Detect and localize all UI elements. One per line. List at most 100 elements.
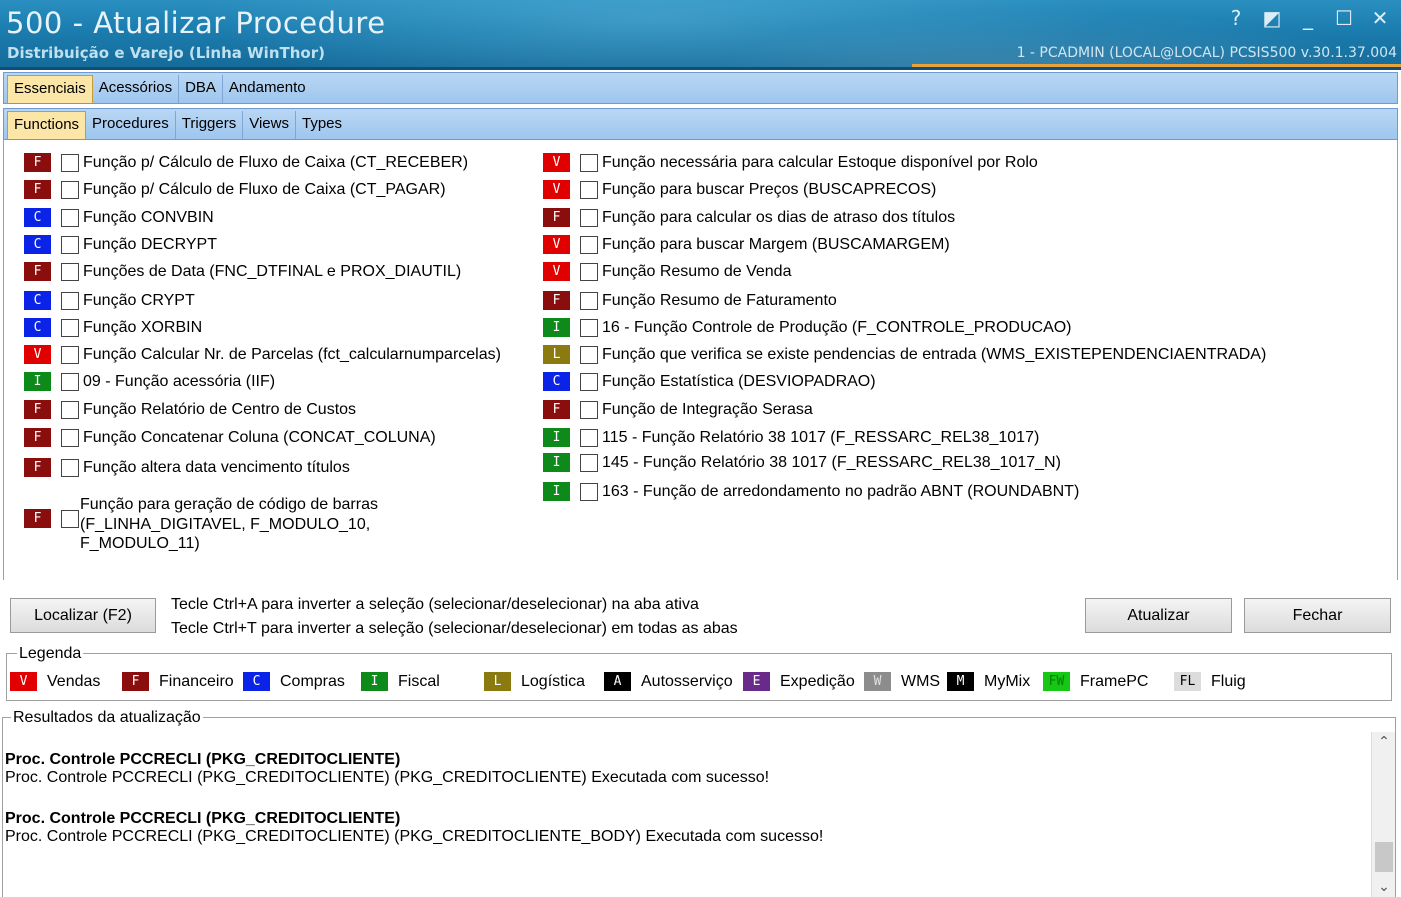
- tab-types[interactable]: Types: [296, 111, 348, 139]
- category-badge: C: [543, 372, 570, 391]
- function-item-right-1[interactable]: V Função para buscar Preços (BUSCAPRECOS): [543, 180, 936, 199]
- function-item-right-8[interactable]: C Função Estatística (DESVIOPADRAO): [543, 372, 876, 391]
- window-controls: ? ◩ _ ☐ ✕: [1225, 6, 1391, 30]
- function-checkbox[interactable]: [580, 318, 598, 337]
- function-item-left-0[interactable]: F Função p/ Cálculo de Fluxo de Caixa (CT…: [24, 153, 468, 172]
- window-subtitle: Distribuição e Varejo (Linha WinThor): [7, 44, 325, 62]
- function-item-right-5[interactable]: F Função Resumo de Faturamento: [543, 291, 837, 310]
- category-badge: F: [24, 180, 51, 199]
- function-checkbox[interactable]: [61, 262, 79, 281]
- function-item-right-12[interactable]: I 163 - Função de arredondamento no padrã…: [543, 482, 1079, 501]
- scroll-down-icon[interactable]: ⌄: [1372, 879, 1396, 895]
- scroll-thumb[interactable]: [1375, 842, 1393, 872]
- localizar-button[interactable]: Localizar (F2): [10, 598, 156, 633]
- function-item-left-1[interactable]: F Função p/ Cálculo de Fluxo de Caixa (CT…: [24, 180, 446, 199]
- legend-badge: L: [484, 672, 511, 691]
- restore-alt-icon[interactable]: ◩: [1261, 6, 1283, 30]
- function-item-left-8[interactable]: I 09 - Função acessória (IIF): [24, 372, 275, 391]
- function-checkbox[interactable]: [580, 262, 598, 281]
- legend-item: C Compras: [243, 672, 345, 691]
- function-checkbox[interactable]: [580, 428, 598, 447]
- function-label: Função para buscar Margem (BUSCAMARGEM): [602, 235, 950, 253]
- tab-acessorios[interactable]: Acessórios: [93, 75, 180, 103]
- function-checkbox[interactable]: [61, 235, 79, 254]
- results-scrollbar[interactable]: ⌃ ⌄: [1371, 732, 1395, 897]
- function-item-left-4[interactable]: F Funções de Data (FNC_DTFINAL e PROX_DIA…: [24, 262, 461, 281]
- tab-andamento[interactable]: Andamento: [223, 75, 312, 103]
- function-item-right-2[interactable]: F Função para calcular os dias de atraso …: [543, 208, 955, 227]
- function-checkbox[interactable]: [61, 428, 79, 447]
- category-badge: I: [543, 318, 570, 337]
- tab-triggers[interactable]: Triggers: [176, 111, 244, 139]
- function-checkbox[interactable]: [61, 400, 79, 419]
- function-checkbox[interactable]: [580, 291, 598, 310]
- function-label: Função Resumo de Venda: [602, 262, 792, 280]
- function-checkbox[interactable]: [61, 458, 79, 477]
- function-item-right-4[interactable]: V Função Resumo de Venda: [543, 262, 791, 281]
- main-tab-bar: Essenciais Acessórios DBA Andamento: [3, 72, 1398, 104]
- function-item-right-3[interactable]: V Função para buscar Margem (BUSCAMARGEM): [543, 235, 950, 254]
- function-item-left-6[interactable]: C Função XORBIN: [24, 318, 202, 337]
- atualizar-button[interactable]: Atualizar: [1085, 598, 1232, 633]
- legend-label: Fiscal: [398, 672, 440, 690]
- function-checkbox[interactable]: [61, 291, 79, 310]
- function-item-right-11[interactable]: I 145 - Função Relatório 38 1017 (F_RESSA…: [543, 453, 1061, 472]
- legend-badge: I: [361, 672, 388, 691]
- function-checkbox[interactable]: [580, 482, 598, 501]
- function-item-left-11[interactable]: F Função altera data vencimento títulos: [24, 458, 350, 477]
- function-checkbox[interactable]: [580, 345, 598, 364]
- scroll-up-icon[interactable]: ⌃: [1372, 734, 1396, 750]
- function-checkbox[interactable]: [61, 372, 79, 391]
- minimize-icon[interactable]: _: [1297, 6, 1319, 30]
- function-checkbox[interactable]: [580, 180, 598, 199]
- legend-label: Compras: [280, 672, 345, 690]
- maximize-icon[interactable]: ☐: [1333, 6, 1355, 30]
- close-icon[interactable]: ✕: [1369, 6, 1391, 30]
- function-item-left-7[interactable]: V Função Calcular Nr. de Parcelas (fct_ca…: [24, 345, 501, 364]
- result-entry: Proc. Controle PCCRECLI (PKG_CREDITOCLIE…: [5, 751, 769, 787]
- function-item-right-0[interactable]: V Função necessária para calcular Estoque…: [543, 153, 1038, 172]
- legend-item: I Fiscal: [361, 672, 440, 691]
- category-badge: F: [24, 153, 51, 172]
- fechar-button[interactable]: Fechar: [1244, 598, 1391, 633]
- function-checkbox[interactable]: [580, 372, 598, 391]
- function-item-left-10[interactable]: F Função Concatenar Coluna (CONCAT_COLUNA…: [24, 428, 436, 447]
- function-label: Função altera data vencimento títulos: [83, 458, 350, 476]
- function-checkbox[interactable]: [61, 345, 79, 364]
- function-checkbox[interactable]: [580, 453, 598, 472]
- tab-views[interactable]: Views: [243, 111, 296, 139]
- title-bar-border: [0, 67, 1401, 70]
- function-label: 145 - Função Relatório 38 1017 (F_RESSAR…: [602, 453, 1061, 471]
- function-label: 09 - Função acessória (IIF): [83, 372, 276, 390]
- help-icon[interactable]: ?: [1225, 6, 1247, 30]
- function-checkbox[interactable]: [61, 180, 79, 199]
- function-item-left-2[interactable]: C Função CONVBIN: [24, 208, 214, 227]
- function-item-right-6[interactable]: I 16 - Função Controle de Produção (F_CON…: [543, 318, 1072, 337]
- legend-badge: FW: [1043, 672, 1070, 691]
- function-checkbox[interactable]: [61, 318, 79, 337]
- legend-label: FramePC: [1080, 672, 1149, 690]
- function-item-right-7[interactable]: L Função que verifica se existe pendencia…: [543, 345, 1266, 364]
- result-heading: Proc. Controle PCCRECLI (PKG_CREDITOCLIE…: [5, 751, 401, 768]
- tab-essenciais[interactable]: Essenciais: [7, 75, 93, 103]
- tab-dba[interactable]: DBA: [179, 75, 223, 103]
- function-checkbox[interactable]: [580, 153, 598, 172]
- function-item-right-10[interactable]: I 115 - Função Relatório 38 1017 (F_RESSA…: [543, 428, 1039, 447]
- function-checkbox[interactable]: [580, 208, 598, 227]
- function-item-right-9[interactable]: F Função de Integração Serasa: [543, 400, 813, 419]
- hint-ctrl-t: Tecle Ctrl+T para inverter a seleção (se…: [171, 620, 738, 637]
- category-badge: I: [543, 428, 570, 447]
- results-group: Resultados da atualização Proc. Controle…: [2, 709, 1396, 897]
- function-checkbox[interactable]: [61, 153, 79, 172]
- function-checkbox[interactable]: [580, 400, 598, 419]
- legend-item: E Expedição: [743, 672, 855, 691]
- tab-functions[interactable]: Functions: [7, 111, 87, 139]
- function-checkbox[interactable]: [61, 509, 79, 528]
- function-item-barcode[interactable]: F: [24, 509, 83, 528]
- tab-procedures[interactable]: Procedures: [86, 111, 176, 139]
- function-item-left-3[interactable]: C Função DECRYPT: [24, 235, 217, 254]
- function-checkbox[interactable]: [61, 208, 79, 227]
- function-item-left-5[interactable]: C Função CRYPT: [24, 291, 195, 310]
- function-checkbox[interactable]: [580, 235, 598, 254]
- function-item-left-9[interactable]: F Função Relatório de Centro de Custos: [24, 400, 356, 419]
